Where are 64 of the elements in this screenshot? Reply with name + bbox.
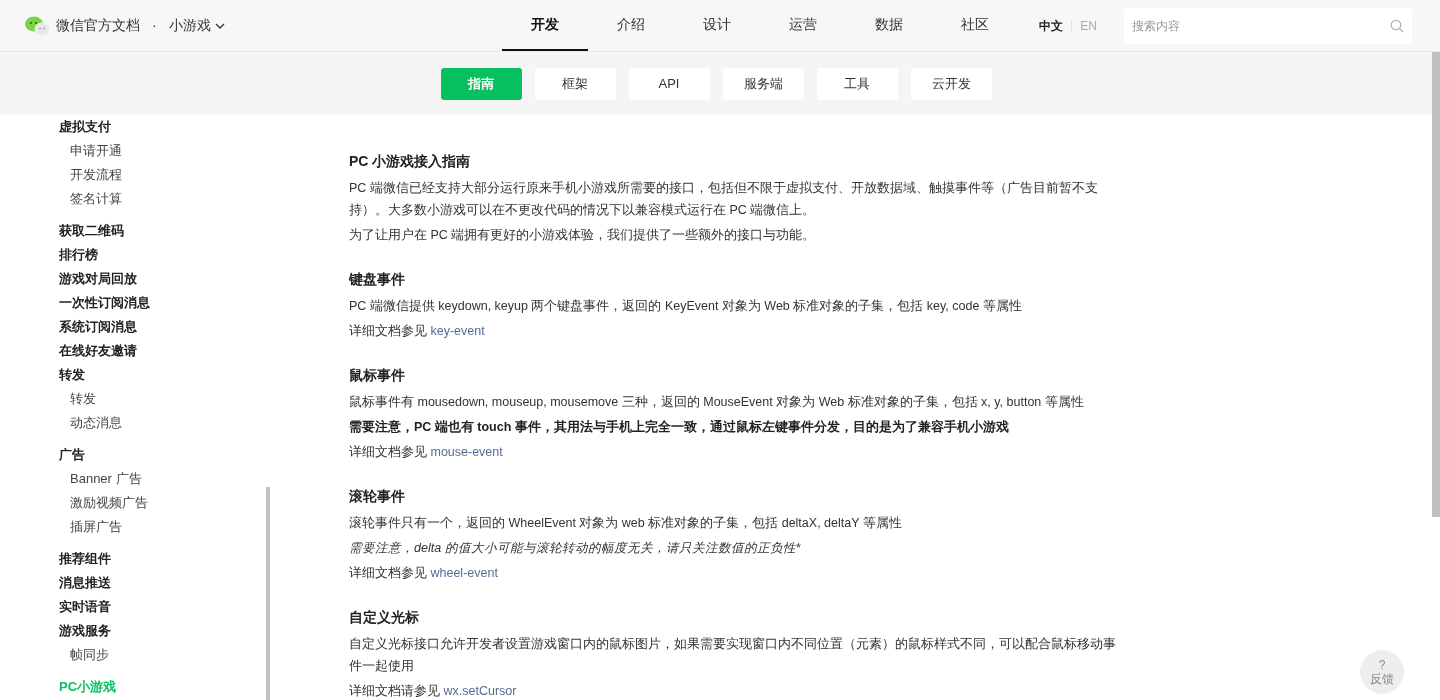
reference-text: 详细文档参见 <box>349 445 427 459</box>
doc-link[interactable]: wheel-event <box>430 566 498 580</box>
paragraph-text: PC 端微信提供 keydown, keyup 两个键盘事件，返回的 KeyEvent 对象为 Web 标准对象的子集，包括 key, code 等属性 <box>349 298 1023 315</box>
sidebar-item[interactable]: 动态消息 <box>0 411 270 435</box>
nav-tab[interactable]: 运营 <box>760 0 846 51</box>
section-tab[interactable]: 工具 <box>816 67 898 100</box>
doc-link[interactable]: wx.setCursor <box>443 684 517 698</box>
sidebar-item[interactable]: 游戏服务 <box>0 619 270 643</box>
sidebar-item[interactable]: 开发流程 <box>0 163 270 187</box>
sidebar-item[interactable]: 广告 <box>0 443 270 467</box>
chevron-down-icon <box>214 22 225 29</box>
nav-tab[interactable]: 社区 <box>932 0 1018 51</box>
paragraph-text: 为了让用户在 PC 端拥有更好的小游戏体验，我们提供了一些额外的接口与功能。 <box>349 227 817 244</box>
sidebar-item[interactable]: 虚拟支付 <box>0 115 270 139</box>
sidebar-item[interactable]: 申请开通 <box>0 139 270 163</box>
language-link[interactable]: 中文 <box>1039 16 1064 35</box>
note-text: 需要注意，delta 的值大小可能与滚轮转动的幅度无关，请只关注数值的正负性* <box>349 540 802 557</box>
title-separator: · <box>152 16 157 35</box>
sidebar-item[interactable]: 插屏广告 <box>0 515 270 539</box>
section-tab[interactable]: 服务端 <box>722 67 804 100</box>
search-field[interactable]: 搜索内容 <box>1124 7 1412 44</box>
nav-tab[interactable]: 介绍 <box>588 0 674 51</box>
reference-text: 详细文档参见 <box>349 566 427 580</box>
section-heading: PC 小游戏接入指南 <box>349 152 472 171</box>
paragraph-text: PC 端微信已经支持大部分运行原来手机小游戏所需要的接口，包括但不限于虚拟支付、开放数据域、触摸事件等（广告目前暂不支持）。大多数小游戏可以在不更改代码的情况下以兼容模式运行在 PC 端微信上。 <box>349 180 1099 219</box>
reference-text: 详细文档参见 <box>349 324 427 338</box>
sidebar-item[interactable]: 系统订阅消息 <box>0 315 270 339</box>
sidebar-item[interactable]: 排行榜 <box>0 243 270 267</box>
sidebar-scrollbar[interactable] <box>266 487 270 700</box>
sidebar-item[interactable]: 签名计算 <box>0 187 270 211</box>
sidebar-item[interactable]: 实时语音 <box>0 595 270 619</box>
sidebar-item[interactable]: Banner 广告 <box>0 467 270 491</box>
search-icon[interactable] <box>1390 18 1404 33</box>
site-title[interactable]: 微信官方文档 <box>56 15 140 36</box>
paragraph-text: 滚轮事件只有一个，返回的 WheelEvent 对象为 web 标准对象的子集，包括 deltaX, deltaY 等属性 <box>349 515 903 532</box>
sidebar-item[interactable]: 获取二维码 <box>0 219 270 243</box>
nav-tab[interactable]: 设计 <box>674 0 760 51</box>
sidebar-item[interactable]: 转发 <box>0 387 270 411</box>
page-scrollbar[interactable] <box>1432 52 1440 517</box>
section-heading: 自定义光标 <box>349 608 420 627</box>
section-heading: 键盘事件 <box>349 270 406 289</box>
logo-icon <box>24 15 50 36</box>
sidebar-item[interactable]: 帧同步 <box>0 643 270 667</box>
section-heading: 鼠标事件 <box>349 366 406 385</box>
sidebar-item[interactable]: 在线好友邀请 <box>0 339 270 363</box>
sidebar-item[interactable]: 转发 <box>0 363 270 387</box>
section-heading: 滚轮事件 <box>349 487 406 506</box>
sidebar-item[interactable]: 激励视频广告 <box>0 491 270 515</box>
section-tab[interactable]: 框架 <box>534 67 616 100</box>
sidebar-item[interactable]: 消息推送 <box>0 571 270 595</box>
note-text: 需要注意，PC 端也有 touch 事件，其用法与手机上完全一致，通过鼠标左键事件分发，目的是为了兼容手机小游戏 <box>349 418 1010 436</box>
nav-tab[interactable]: 数据 <box>846 0 932 51</box>
doc-link[interactable]: key-event <box>430 324 485 338</box>
sidebar-item[interactable]: 一次性订阅消息 <box>0 291 270 315</box>
product-dropdown[interactable]: 小游戏 <box>168 15 225 36</box>
paragraph-text: 鼠标事件有 mousedown, mouseup, mousemove 三种，返回的 MouseEvent 对象为 Web 标准对象的子集，包括 x, y, button 等属性 <box>349 394 1085 411</box>
section-tab[interactable]: API <box>628 67 710 100</box>
sidebar-item[interactable]: 推荐组件 <box>0 547 270 571</box>
section-tab[interactable]: 云开发 <box>910 67 992 100</box>
help-icon: ? <box>1378 658 1386 672</box>
reference-text: 详细文档请参见 <box>349 684 440 698</box>
paragraph-text: 自定义光标接口允许开发者设置游戏窗口内的鼠标图片，如果需要实现窗口内不同位置（元素）的鼠标样式不同，可以配合鼠标移动事件一起使用 <box>349 636 1117 675</box>
sidebar-item[interactable]: 游戏对局回放 <box>0 267 270 291</box>
doc-link[interactable]: mouse-event <box>430 445 503 459</box>
